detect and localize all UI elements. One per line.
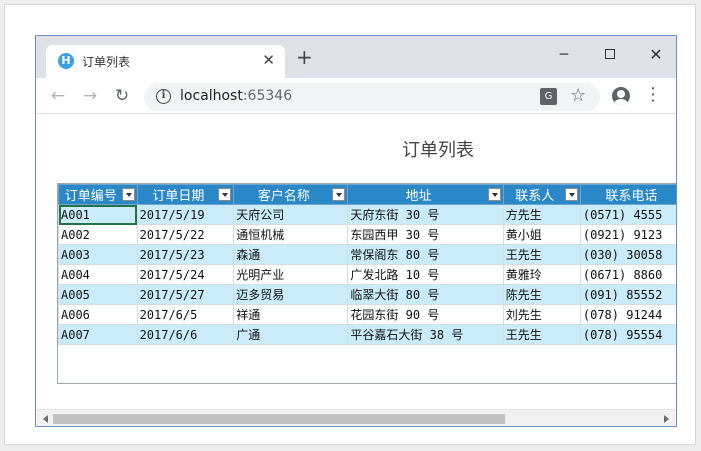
table-cell[interactable]: 2017/5/27 bbox=[136, 284, 235, 305]
table-cell[interactable]: (078) 91244 bbox=[579, 304, 676, 325]
table-cell[interactable]: 2017/5/22 bbox=[136, 224, 235, 245]
table-cell[interactable]: A004 bbox=[58, 264, 138, 285]
table-cell[interactable]: 广发北路 10 号 bbox=[347, 264, 504, 285]
table-row[interactable]: A005 2017/5/27 迈多贸易 临翠大街 80 号 陈先生 (091) … bbox=[58, 284, 676, 305]
browser-window: H 订单列表 ✕ + ─ ✕ ← → ↻ i localhost:65346 G… bbox=[35, 35, 677, 427]
title-bar: H 订单列表 ✕ + ─ ✕ bbox=[36, 36, 676, 78]
table-cell[interactable]: A002 bbox=[58, 224, 138, 245]
table-cell[interactable]: 刘先生 bbox=[502, 304, 581, 325]
column-header[interactable]: 客户名称 bbox=[233, 184, 349, 205]
table-cell[interactable]: 方先生 bbox=[502, 204, 581, 225]
column-header[interactable]: 联系人 bbox=[502, 184, 581, 205]
profile-avatar-icon[interactable] bbox=[612, 87, 630, 105]
column-header-label: 订单日期 bbox=[152, 189, 205, 204]
table-cell[interactable]: 迈多贸易 bbox=[233, 284, 349, 305]
table-cell[interactable]: 2017/5/23 bbox=[136, 244, 235, 265]
filter-dropdown-icon[interactable] bbox=[564, 188, 578, 201]
header-row: 订单编号 订单日期 客户名称 地址 联系人 联系电话 bbox=[58, 184, 676, 205]
table-cell[interactable]: A003 bbox=[58, 244, 138, 265]
table-cell[interactable]: 临翠大街 80 号 bbox=[347, 284, 504, 305]
table-cell[interactable]: 王先生 bbox=[502, 324, 581, 345]
close-window-button[interactable]: ✕ bbox=[638, 42, 674, 68]
table-cell[interactable]: A005 bbox=[58, 284, 138, 305]
table-cell[interactable]: 天府东街 30 号 bbox=[347, 204, 504, 225]
maximize-icon bbox=[605, 49, 615, 59]
table-cell[interactable]: 常保阁东 80 号 bbox=[347, 244, 504, 265]
table-row[interactable]: A001 2017/5/19 天府公司 天府东街 30 号 方先生 (0571)… bbox=[58, 204, 676, 225]
table-cell[interactable]: (091) 85552 bbox=[579, 284, 676, 305]
table-cell[interactable]: A006 bbox=[58, 304, 138, 325]
table-row[interactable]: A004 2017/5/24 光明产业 广发北路 10 号 黄雅玲 (0671)… bbox=[58, 264, 676, 285]
maximize-button[interactable] bbox=[592, 42, 628, 68]
scroll-left-icon[interactable] bbox=[41, 414, 51, 424]
table-row[interactable]: A007 2017/6/6 广通 平谷嘉石大街 38 号 王先生 (078) 9… bbox=[58, 324, 676, 345]
table-cell[interactable]: 2017/5/24 bbox=[136, 264, 235, 285]
table-cell[interactable]: 东园西甲 30 号 bbox=[347, 224, 504, 245]
table-cell[interactable]: 黄小姐 bbox=[502, 224, 581, 245]
table-cell[interactable]: 天府公司 bbox=[233, 204, 349, 225]
table-cell[interactable]: 黄雅玲 bbox=[502, 264, 581, 285]
url-text[interactable]: localhost:65346 bbox=[180, 88, 292, 104]
column-header-label: 联系人 bbox=[515, 189, 555, 204]
column-header[interactable]: 地址 bbox=[347, 184, 504, 205]
table-cell[interactable]: 祥通 bbox=[233, 304, 349, 325]
table-cell[interactable]: 广通 bbox=[233, 324, 349, 345]
table-row[interactable]: A006 2017/6/5 祥通 花园东街 90 号 刘先生 (078) 912… bbox=[58, 304, 676, 325]
bookmark-star-icon[interactable]: ☆ bbox=[570, 85, 586, 106]
filter-dropdown-icon[interactable] bbox=[121, 188, 135, 201]
column-header[interactable]: 联系电话 bbox=[579, 184, 676, 205]
filter-dropdown-icon[interactable] bbox=[487, 188, 501, 201]
table-cell[interactable]: 花园东街 90 号 bbox=[347, 304, 504, 325]
tab-title: 订单列表 bbox=[82, 55, 131, 69]
table-cell[interactable]: (078) 95554 bbox=[579, 324, 676, 345]
order-grid: 订单编号 订单日期 客户名称 地址 联系人 联系电话 A001 2017/5/1… bbox=[57, 183, 676, 384]
table-cell[interactable]: A007 bbox=[58, 324, 138, 345]
filter-dropdown-icon[interactable] bbox=[218, 188, 232, 201]
address-bar[interactable]: i localhost:65346 G ☆ bbox=[144, 83, 600, 111]
scrollbar-thumb[interactable] bbox=[53, 414, 505, 424]
browser-menu-icon[interactable]: ⋮ bbox=[644, 85, 662, 105]
reload-icon[interactable]: ↻ bbox=[110, 84, 134, 108]
table-cell[interactable]: 2017/5/19 bbox=[136, 204, 235, 225]
table-cell[interactable]: (0921) 9123 bbox=[579, 224, 676, 245]
page-title: 订单列表 bbox=[402, 140, 474, 161]
scroll-right-icon[interactable] bbox=[661, 414, 671, 424]
forward-arrow-icon[interactable]: → bbox=[78, 84, 102, 108]
column-header[interactable]: 订单日期 bbox=[136, 184, 235, 205]
horizontal-scrollbar[interactable] bbox=[36, 409, 676, 426]
table-row[interactable]: A002 2017/5/22 通恒机械 东园西甲 30 号 黄小姐 (0921)… bbox=[58, 224, 676, 245]
order-table: 订单编号 订单日期 客户名称 地址 联系人 联系电话 A001 2017/5/1… bbox=[58, 184, 676, 345]
minimize-button[interactable]: ─ bbox=[546, 42, 582, 68]
table-cell[interactable]: (0671) 8860 bbox=[579, 264, 676, 285]
table-cell[interactable]: 王先生 bbox=[502, 244, 581, 265]
table-cell[interactable]: 2017/6/6 bbox=[136, 324, 235, 345]
table-cell[interactable]: (030) 30058 bbox=[579, 244, 676, 265]
table-cell[interactable]: 光明产业 bbox=[233, 264, 349, 285]
table-cell[interactable]: 2017/6/5 bbox=[136, 304, 235, 325]
column-header-label: 联系电话 bbox=[605, 189, 658, 204]
browser-tab[interactable]: H 订单列表 ✕ bbox=[46, 45, 285, 78]
back-arrow-icon[interactable]: ← bbox=[46, 84, 70, 108]
site-info-icon[interactable]: i bbox=[156, 89, 171, 104]
table-cell[interactable]: A001 bbox=[58, 204, 138, 225]
filter-dropdown-icon[interactable] bbox=[332, 188, 346, 201]
table-cell[interactable]: 平谷嘉石大街 38 号 bbox=[347, 324, 504, 345]
table-cell[interactable]: 陈先生 bbox=[502, 284, 581, 305]
browser-toolbar: ← → ↻ i localhost:65346 G ☆ ⋮ bbox=[36, 78, 676, 114]
page-content: 订单列表 订单编号 订单日期 客户名称 地址 联系人 联系电话 A001 201… bbox=[36, 115, 676, 409]
table-cell[interactable]: 通恒机械 bbox=[233, 224, 349, 245]
url-port: :65346 bbox=[242, 88, 293, 104]
table-cell[interactable]: 森通 bbox=[233, 244, 349, 265]
tab-close-icon[interactable]: ✕ bbox=[262, 51, 275, 69]
new-tab-button[interactable]: + bbox=[296, 47, 313, 67]
screenshot-frame: H 订单列表 ✕ + ─ ✕ ← → ↻ i localhost:65346 G… bbox=[4, 4, 696, 445]
column-header-label: 客户名称 bbox=[257, 189, 310, 204]
url-host: localhost bbox=[180, 88, 243, 104]
table-cell[interactable]: (0571) 4555 bbox=[579, 204, 676, 225]
column-header-label: 地址 bbox=[405, 189, 432, 204]
table-row[interactable]: A003 2017/5/23 森通 常保阁东 80 号 王先生 (030) 30… bbox=[58, 244, 676, 265]
translate-icon[interactable]: G bbox=[540, 88, 557, 105]
site-favicon-icon: H bbox=[58, 53, 74, 69]
column-header[interactable]: 订单编号 bbox=[58, 184, 138, 205]
